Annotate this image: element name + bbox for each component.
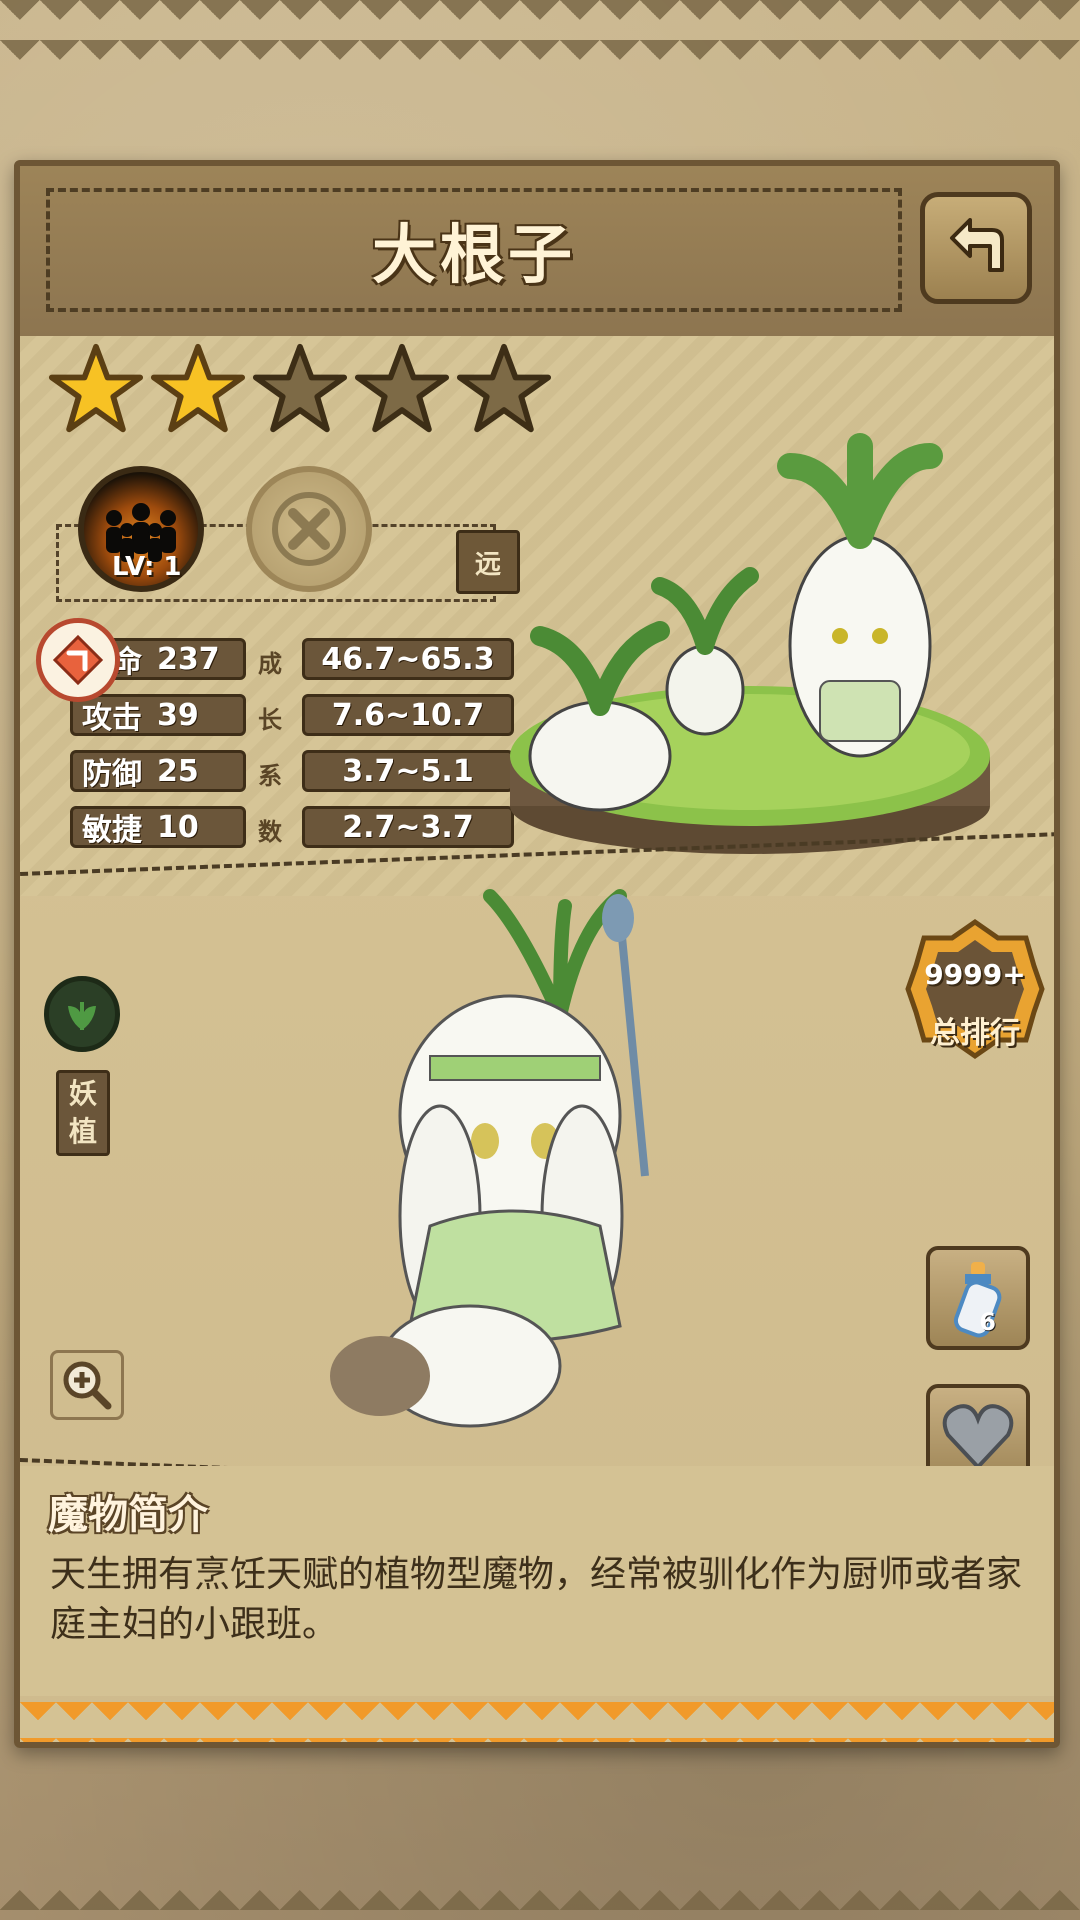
monster-miniature — [510, 433, 990, 854]
star-filled-icon — [48, 341, 144, 437]
stat-atk: 攻击 39 — [70, 694, 246, 736]
stat-label: 敏捷 — [82, 813, 142, 848]
stat-row-atk: 攻击 39 — [70, 694, 246, 736]
card-footer-zigzag — [20, 1702, 1054, 1742]
stat-value: 10 — [157, 809, 199, 845]
skill-level: LV: 1 — [112, 552, 182, 582]
type-tag: 妖 植 — [56, 1070, 110, 1156]
stat-value: 25 — [157, 753, 199, 789]
star-empty-icon — [252, 341, 348, 437]
stat-label: 防御 — [82, 757, 142, 792]
stat-row-def: 防御 25 — [70, 750, 246, 792]
description-title: 魔物简介 — [48, 1492, 208, 1538]
rank-badge[interactable]: 9999+ 总排行 — [902, 916, 1048, 1062]
description-text: 天生拥有烹饪天赋的植物型魔物，经常被驯化作为厨师或者家庭主妇的小跟班。 — [50, 1554, 1023, 1645]
bottle-count: 6 — [979, 1308, 996, 1336]
stat-row-agi: 敏捷 10 — [70, 806, 246, 848]
monster-card: 大根子 LV: 1 远 237 攻击 39 防御 25 敏捷 10 成 长 系 … — [14, 160, 1060, 1748]
back-arrow-icon — [950, 218, 1004, 272]
heart-stone-icon — [942, 1404, 1014, 1470]
rarity-stars — [48, 341, 552, 437]
bottom-zigzag-border — [0, 1870, 1080, 1920]
growth-label-char: 长 — [258, 706, 282, 734]
rank-value: 9999+ — [924, 958, 1026, 991]
skill-slot-2-locked[interactable] — [246, 466, 372, 592]
stat-value: 237 — [157, 641, 220, 677]
milk-bottle-icon — [953, 1262, 1002, 1338]
card-header: 大根子 — [20, 166, 1054, 336]
diamond-arrow-icon — [52, 634, 104, 686]
star-filled-icon — [150, 341, 246, 437]
plant-type-badge[interactable] — [44, 976, 120, 1052]
growth-label-char: 数 — [258, 818, 282, 846]
monster-name: 大根子 — [372, 219, 576, 293]
stat-agi: 敏捷 10 — [70, 806, 246, 848]
star-empty-icon — [354, 341, 450, 437]
locked-x-icon — [272, 492, 346, 566]
star-empty-icon — [456, 341, 552, 437]
evolve-button[interactable] — [36, 618, 120, 702]
milk-bottle-button[interactable]: 6 — [926, 1246, 1030, 1350]
rank-label: 总排行 — [930, 1016, 1020, 1051]
back-button[interactable] — [920, 192, 1032, 304]
growth-label-char: 系 — [258, 762, 282, 790]
monster-portrait — [330, 889, 649, 1428]
zoom-button[interactable] — [50, 1350, 124, 1420]
stat-def: 防御 25 — [70, 750, 246, 792]
top-zigzag-border — [0, 0, 1080, 60]
zoom-in-icon — [63, 1361, 112, 1410]
type-char: 植 — [68, 1115, 97, 1148]
leaf-icon — [68, 1002, 96, 1030]
stat-value: 39 — [157, 697, 199, 733]
type-char: 妖 — [68, 1077, 97, 1110]
title-frame: 大根子 — [46, 188, 902, 312]
growth-label-char: 成 — [258, 650, 282, 678]
